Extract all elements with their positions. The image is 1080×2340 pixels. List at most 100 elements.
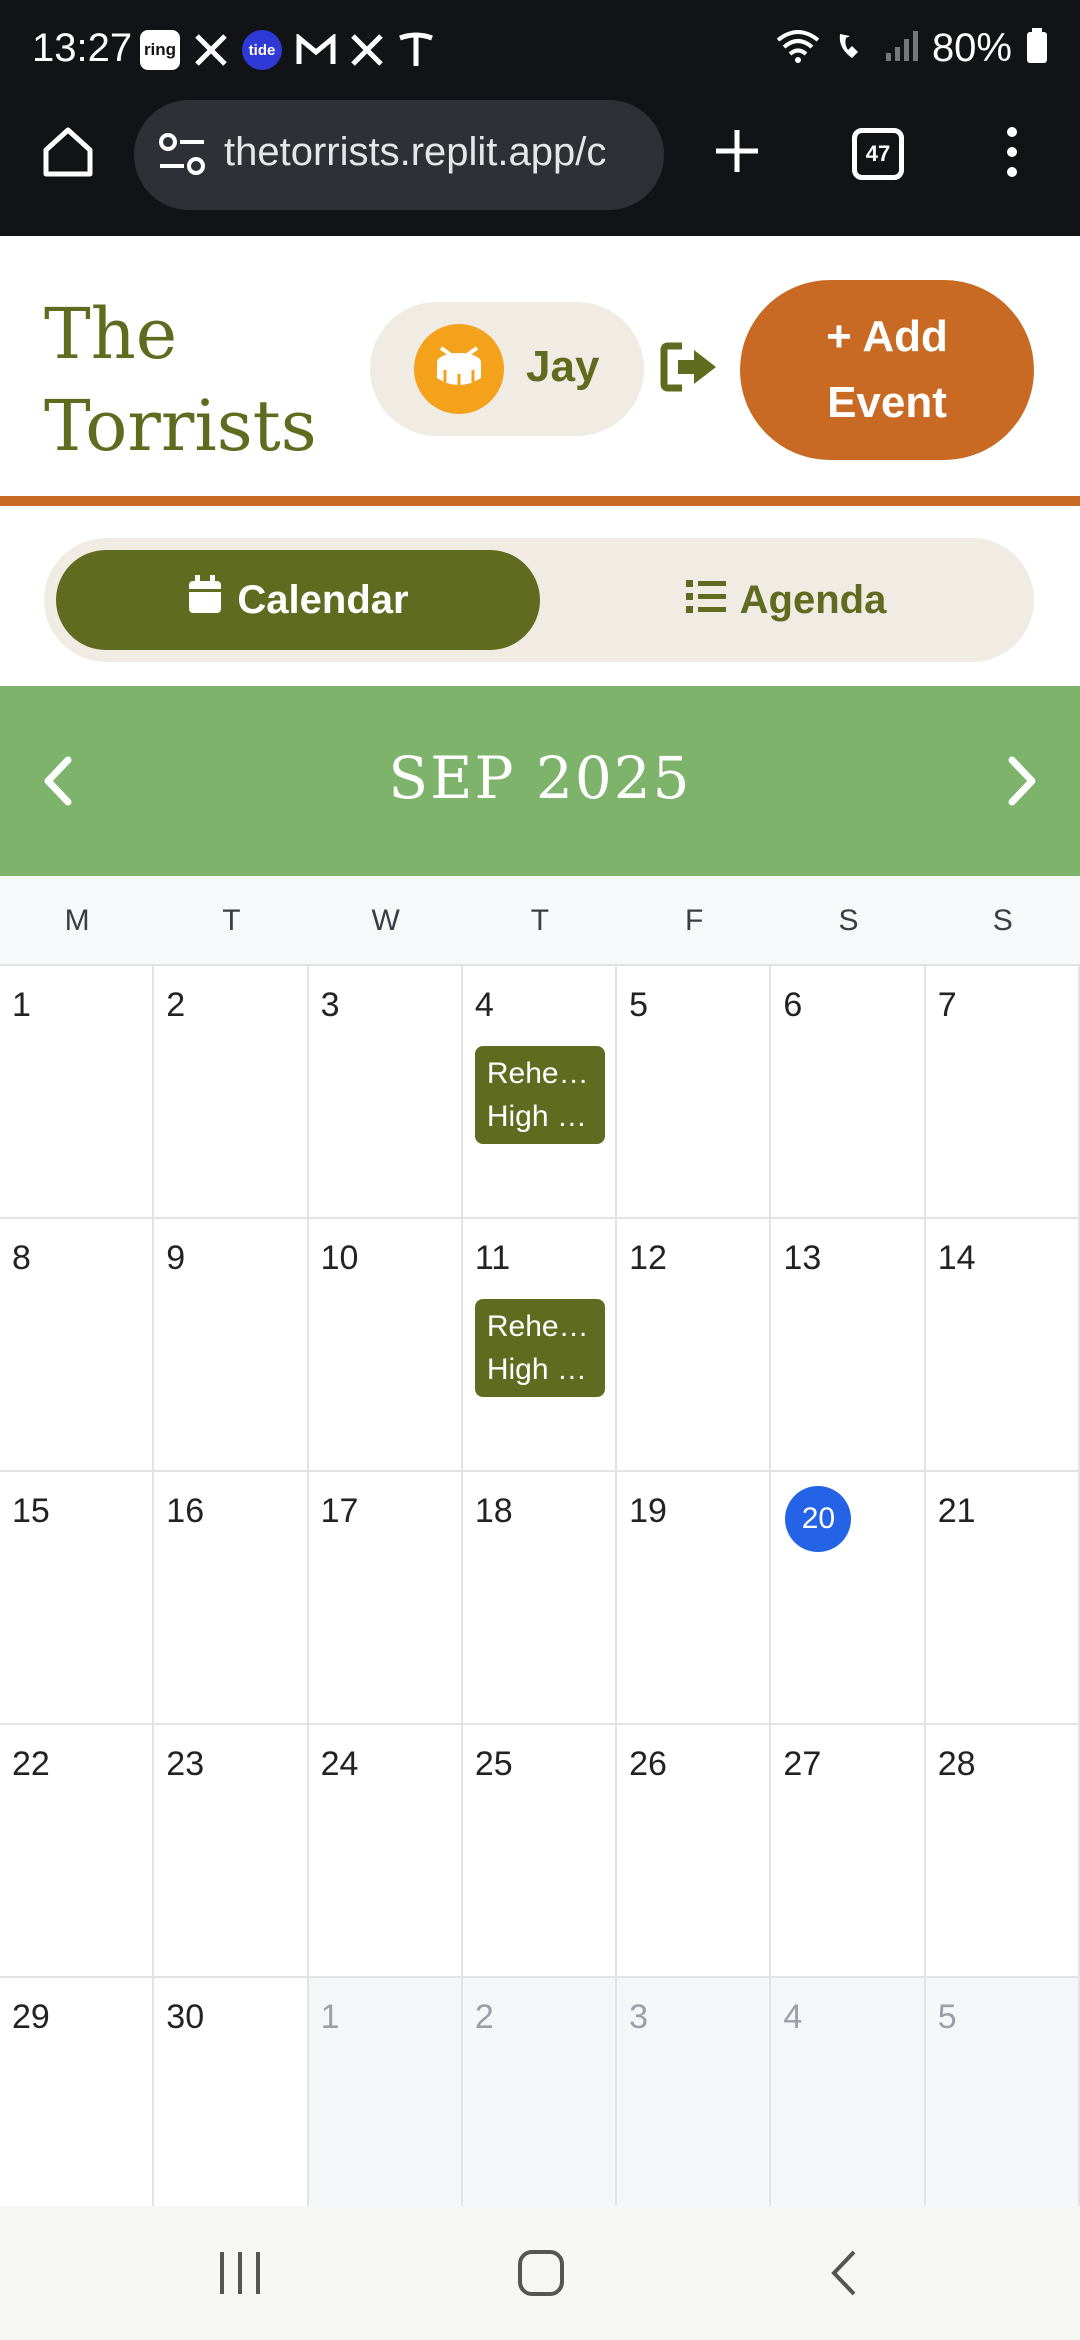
calendar-day-next-month[interactable]: 4: [771, 1978, 926, 2231]
calendar-day[interactable]: 29: [0, 1978, 155, 2231]
calendar-day[interactable]: 5: [617, 966, 772, 1219]
calendar-day[interactable]: 25: [462, 1725, 618, 1978]
calendar-day[interactable]: 6: [771, 966, 926, 1219]
next-month-button[interactable]: [986, 746, 1056, 816]
weekday-label: W: [371, 904, 400, 937]
day-number: 15: [12, 1492, 50, 1530]
event-chip[interactable]: Rehe… High …: [474, 1046, 605, 1144]
signal-icon: [884, 29, 918, 68]
calendar-day-next-month[interactable]: 2: [462, 1978, 618, 2231]
day-number: 30: [166, 1998, 205, 2036]
calendar-day[interactable]: 27: [771, 1725, 926, 1978]
new-tab-icon[interactable]: [712, 126, 762, 181]
calendar-day[interactable]: 2: [154, 966, 309, 1219]
calendar-day-next-month[interactable]: 3: [617, 1978, 772, 2231]
day-number: 3: [320, 986, 340, 1024]
weekday-label: S: [838, 904, 859, 937]
tab-calendar[interactable]: Calendar: [56, 550, 540, 650]
day-number: 1: [12, 986, 31, 1024]
url-text: thetorrists.replit.app/c: [224, 130, 607, 174]
calendar-day[interactable]: 7: [925, 966, 1080, 1219]
calendar-day[interactable]: 10: [308, 1219, 463, 1472]
event-chip[interactable]: Rehe… High …: [474, 1299, 605, 1397]
day-number: 4: [474, 986, 494, 1024]
day-number: 5: [937, 1998, 957, 2036]
menu-icon[interactable]: [1000, 124, 1024, 185]
day-number: 17: [320, 1492, 359, 1530]
logout-icon[interactable]: [660, 342, 720, 392]
calendar-day-next-month[interactable]: 1: [308, 1978, 463, 2231]
add-event-label: + Add: [826, 312, 948, 361]
calendar-day[interactable]: 17: [308, 1472, 463, 1725]
day-number: 11: [474, 1239, 511, 1277]
user-profile-button[interactable]: Jay: [370, 302, 644, 436]
status-time: 13:27: [32, 26, 133, 70]
add-event-button[interactable]: + Add Event: [740, 280, 1034, 460]
tesla-icon: [398, 30, 434, 70]
battery-icon: [1026, 28, 1048, 69]
user-name: Jay: [526, 342, 600, 391]
calendar-day[interactable]: 3: [308, 966, 463, 1219]
add-event-label: Event: [827, 378, 947, 427]
day-number: 28: [937, 1745, 976, 1783]
calendar-day[interactable]: 30: [154, 1978, 309, 2231]
calendar-day[interactable]: 15: [0, 1472, 155, 1725]
calendar-day[interactable]: 18: [462, 1472, 618, 1725]
calendar-day[interactable]: 12: [617, 1219, 772, 1472]
calendar-day[interactable]: 16: [154, 1472, 309, 1725]
calendar-day[interactable]: 4 Rehe… High …: [462, 966, 618, 1219]
today-marker: 20: [785, 1486, 852, 1552]
day-number: 21: [937, 1492, 976, 1530]
calendar-day-next-month[interactable]: 5: [925, 1978, 1080, 2231]
home-icon[interactable]: [40, 124, 96, 185]
calendar-day[interactable]: 9: [154, 1219, 309, 1472]
wifi-calling-icon: [834, 28, 870, 69]
calendar-day[interactable]: 1: [0, 966, 155, 1219]
calendar-day[interactable]: 8: [0, 1219, 155, 1472]
day-number: 24: [320, 1745, 359, 1783]
calendar-day[interactable]: 13: [771, 1219, 926, 1472]
recent-apps-icon[interactable]: [216, 2246, 264, 2300]
site-settings-icon[interactable]: [158, 132, 206, 183]
view-toggle: Calendar Agenda: [44, 538, 1034, 662]
calendar-day[interactable]: 22: [0, 1725, 155, 1978]
notification-icons: ring tide: [140, 30, 434, 70]
calendar-day[interactable]: 11 Rehe… High …: [462, 1219, 618, 1472]
day-number: 19: [629, 1492, 667, 1530]
brand-title[interactable]: The Torrists: [44, 288, 317, 472]
weekday-header: M T W T F S S: [0, 876, 1080, 966]
calendar-day-today[interactable]: 20: [771, 1472, 926, 1725]
home-button-icon[interactable]: [516, 2246, 566, 2300]
tide-app-icon: tide: [242, 30, 282, 70]
status-right: 80%: [776, 26, 1048, 71]
day-number: 13: [783, 1239, 822, 1277]
gmail-icon: [296, 30, 336, 70]
day-number: 6: [783, 986, 803, 1024]
calendar-day[interactable]: 21: [925, 1472, 1080, 1725]
tab-switcher-button[interactable]: 47: [852, 128, 904, 180]
calendar-day[interactable]: 14: [925, 1219, 1080, 1472]
day-number: 9: [166, 1239, 186, 1277]
day-number: 26: [629, 1745, 667, 1783]
brand-line: The: [44, 293, 178, 375]
event-location: High …: [486, 1100, 587, 1133]
tab-agenda-label: Agenda: [739, 577, 887, 622]
day-number: 14: [937, 1239, 976, 1277]
calendar-day[interactable]: 23: [154, 1725, 309, 1978]
calendar-day[interactable]: 28: [925, 1725, 1080, 1978]
calendar-day[interactable]: 24: [308, 1725, 463, 1978]
day-number: 10: [320, 1239, 359, 1277]
wifi-icon: [776, 28, 820, 69]
x-app-icon: [350, 30, 384, 70]
day-number: 5: [629, 986, 649, 1024]
calendar-day[interactable]: 19: [617, 1472, 772, 1725]
calendar-icon: [187, 575, 223, 625]
calendar-day[interactable]: 26: [617, 1725, 772, 1978]
x-app-icon: [194, 30, 228, 70]
event-location: High …: [486, 1353, 587, 1386]
back-icon[interactable]: [824, 2246, 864, 2300]
day-number: 2: [474, 1998, 494, 2036]
url-bar[interactable]: thetorrists.replit.app/c: [134, 100, 664, 210]
brand-line: Torrists: [44, 385, 317, 467]
tab-agenda[interactable]: Agenda: [544, 550, 1028, 650]
